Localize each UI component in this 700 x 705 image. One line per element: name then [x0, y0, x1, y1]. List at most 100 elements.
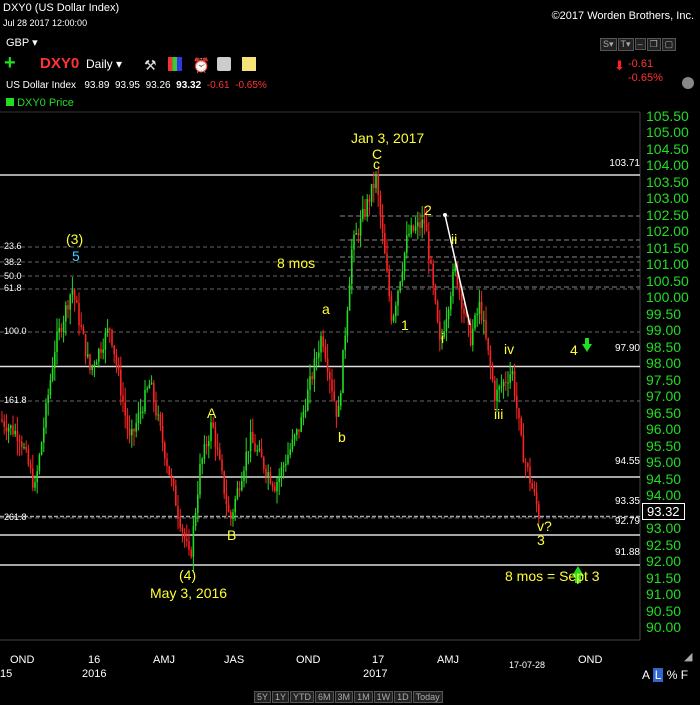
candle-body: [533, 488, 536, 493]
candle-body: [3, 421, 5, 427]
candle-body: [274, 486, 276, 492]
scale-percent-button[interactable]: %: [667, 668, 678, 682]
candle-body: [205, 444, 208, 447]
timeframe-button-3m[interactable]: 3M: [334, 691, 354, 703]
candle-body: [518, 408, 520, 419]
y-tick: 104.00: [646, 157, 689, 174]
candle-body: [535, 492, 538, 505]
candle-body: [425, 223, 428, 232]
candle-body: [450, 296, 452, 310]
annotation-ii: ii: [451, 231, 458, 247]
candle-body: [150, 382, 153, 385]
candle-body: [353, 234, 355, 250]
candle-body: [194, 513, 197, 526]
candle-body: [370, 183, 373, 202]
candle-body: [414, 226, 417, 231]
scale-fit-button[interactable]: F: [681, 668, 688, 682]
candle-body: [271, 483, 274, 487]
candle-body: [313, 358, 316, 380]
annotation-c: c: [373, 156, 380, 172]
y-tick: 105.50: [646, 108, 689, 124]
candle-body: [469, 324, 472, 346]
candle-body: [362, 208, 364, 219]
candle-body: [357, 233, 360, 236]
candle-body: [113, 345, 115, 355]
candle-body: [76, 299, 78, 303]
annotation-4-paren: (4): [179, 567, 197, 583]
candle-body: [326, 358, 329, 372]
candle-body: [208, 441, 210, 447]
candle-body: [335, 400, 338, 417]
candle-body: [375, 174, 377, 189]
candle-body: [267, 472, 269, 476]
candle-body: [56, 332, 58, 352]
y-tick: 101.00: [646, 256, 689, 273]
candle-body: [315, 357, 318, 359]
candle-body: [95, 361, 98, 365]
candle-body: [287, 455, 289, 464]
timeframe-button-today[interactable]: Today: [412, 691, 443, 703]
candle-body: [181, 527, 184, 532]
candle-body: [524, 462, 527, 464]
candle-body: [458, 285, 461, 292]
candle-body: [126, 415, 129, 429]
candle-body: [234, 498, 236, 513]
x-tick: AMJ: [437, 654, 459, 666]
timeframe-button-ytd[interactable]: YTD: [290, 691, 315, 703]
timeframe-button-1y[interactable]: 1Y: [272, 691, 290, 703]
candle-body: [197, 494, 199, 514]
candle-body: [406, 235, 408, 253]
candle-body: [364, 208, 366, 216]
candle-body: [511, 370, 514, 375]
scale-auto-button[interactable]: A: [642, 668, 649, 682]
candle-body: [485, 320, 487, 338]
candle-body: [25, 447, 27, 450]
y-tick: 92.00: [646, 553, 682, 570]
candle-body: [223, 471, 225, 494]
candle-body: [388, 271, 390, 297]
candle-body: [509, 374, 511, 383]
timeframe-button-1m[interactable]: 1M: [354, 691, 373, 703]
candle-body: [436, 301, 439, 322]
candle-body: [216, 447, 219, 450]
candle-body: [82, 326, 85, 335]
timeframe-button-1w[interactable]: 1W: [373, 691, 394, 703]
hline-label-93-35: 93.35: [614, 496, 640, 507]
candle-body: [153, 382, 155, 403]
candle-body: [69, 294, 71, 310]
price-chart[interactable]: [0, 0, 700, 700]
annotation-8mos-top: 8 mos: [277, 255, 316, 271]
candle-body: [164, 442, 166, 459]
candle-body: [16, 430, 19, 442]
x-subtick: 15: [0, 668, 13, 680]
candle-body: [115, 354, 118, 365]
candle-body: [238, 488, 241, 491]
y-tick: 95.50: [646, 437, 682, 454]
candle-body: [355, 233, 357, 235]
candle-body: [1, 419, 3, 422]
candle-body: [170, 475, 173, 479]
candle-body: [155, 402, 157, 416]
candle-body: [47, 395, 49, 404]
candle-body: [417, 222, 419, 227]
fib-label: 100.0: [4, 326, 27, 336]
candle-body: [527, 463, 529, 468]
candle-body: [7, 427, 10, 432]
timeframe-button-6m[interactable]: 6M: [315, 691, 334, 703]
candle-body: [412, 225, 415, 231]
y-tick: 103.00: [646, 190, 689, 207]
resize-icon[interactable]: ◢: [684, 650, 692, 663]
candle-body: [487, 337, 489, 351]
scale-log-button[interactable]: L: [652, 668, 664, 682]
candle-body: [483, 320, 485, 322]
candle-body: [32, 468, 34, 488]
timeframe-button-1d[interactable]: 1D: [394, 691, 412, 703]
candle-body: [98, 348, 100, 362]
candle-body: [318, 352, 320, 358]
candle-body: [62, 321, 65, 333]
candle-body: [386, 253, 388, 272]
annotation-2: 2: [424, 202, 432, 218]
candle-body: [276, 481, 278, 492]
timeframe-button-5y[interactable]: 5Y: [254, 691, 272, 703]
candle-body: [21, 441, 23, 448]
